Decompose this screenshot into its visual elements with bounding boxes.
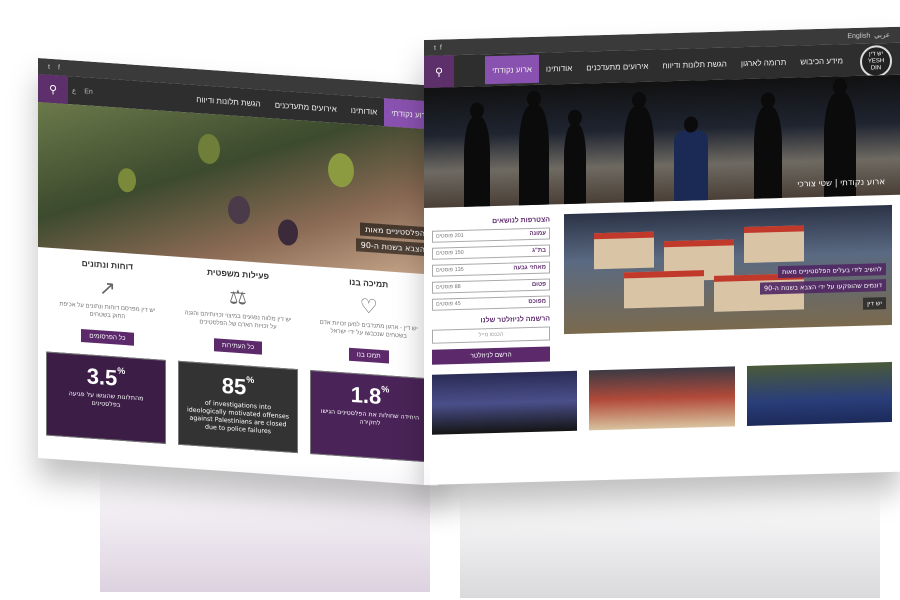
nav-item-1[interactable]: אודותינו — [539, 54, 579, 83]
column-title: פעילות משפטית — [206, 266, 270, 282]
twitter-icon[interactable]: t — [434, 44, 436, 51]
subscribe-button[interactable]: הרשם לניוזלטר — [432, 346, 550, 365]
topic-row[interactable]: מפוכס 45 פוסטים — [432, 295, 550, 311]
topic-row[interactable]: פטום 88 פוסטים — [432, 278, 550, 294]
right-website-screen: t f English عربي יש דין YESH DIN מידע הכ… — [424, 26, 900, 486]
nav-item-3[interactable]: הגשת תלונות ודיווח — [655, 49, 734, 79]
logo-area: יש דין YESH DIN — [850, 43, 900, 78]
column-legal: פעילות משפטית ⚖ יש דין מלווה נפגעים במיצ… — [183, 265, 293, 357]
article-thumbnails — [424, 361, 900, 435]
feature-caption-line-2: דונמים שהופקעו על ידי הצבא בשנות ה-90 — [760, 279, 886, 295]
lang-ar[interactable]: ع — [68, 86, 80, 95]
top-link-english[interactable]: English — [847, 33, 870, 41]
hero-image-silhouettes: ארוע נקודתי | שטי צורכי — [424, 74, 900, 208]
stat-card-2: 85% of investigations into ideologically… — [178, 360, 298, 454]
showcase-stage: t f ארוע נקודתי אודותינו אירועים מתעדכני… — [0, 0, 900, 600]
article-thumb-1[interactable] — [432, 370, 578, 435]
petitions-button[interactable]: כל העתירות — [213, 338, 263, 355]
newsletter-label: הרשמה לניוזלטר שלנו — [480, 315, 550, 325]
support-button[interactable]: תמכו בנו — [348, 347, 389, 364]
search-icon[interactable]: ⚲ — [38, 74, 68, 105]
yesh-din-logo[interactable]: יש דין YESH DIN — [860, 44, 892, 78]
column-title: תמיכה בנו — [349, 276, 389, 290]
topics-title: הצטרפות לנושאים — [492, 216, 550, 226]
hero-image-olives: הפלסטיניים מאות הצבא בשנות ה-90 — [38, 102, 438, 275]
left-screen-reflection — [100, 462, 430, 592]
column-support: תמיכה בנו ♡ יש דין - ארגון מתנדבים למען … — [314, 274, 424, 366]
article-thumb-2[interactable] — [589, 366, 735, 431]
article-thumb-3[interactable] — [746, 361, 892, 426]
stat-card-3: 3.5% מהתלונות שהוגשו על פגיעה בפלסטינים — [46, 351, 166, 444]
nav-item-2[interactable]: אירועים מתעדכנים — [579, 52, 655, 82]
nav-item-4[interactable]: תרומה לארגון — [734, 48, 793, 78]
topics-sidebar: הצטרפות לנושאים עמונה 201 פוסטים בת"ג 150 … — [432, 214, 550, 365]
right-screen-reflection — [460, 488, 880, 598]
hero-caption-line-2: הצבא בשנות ה-90 — [355, 238, 430, 257]
nav-item-5[interactable]: מידע הכיבוש — [793, 46, 850, 76]
topic-row[interactable]: מאחזי גבעה 135 פוסטים — [432, 261, 550, 277]
left-website-screen: t f ארוע נקודתי אודותינו אירועים מתעדכני… — [38, 58, 438, 486]
nav-item-0[interactable]: ארוע נקודתי — [485, 54, 539, 85]
hero-caption: ארוע נקודתי | שטי צורכי — [797, 177, 885, 190]
facebook-icon[interactable]: f — [440, 44, 442, 51]
feature-caption-line-1: להשיב לידי בעלים הפלסטיניים מאות — [778, 263, 886, 279]
search-icon[interactable]: ⚲ — [424, 55, 454, 88]
feature-article-image[interactable]: להשיב לידי בעלים הפלסטיניים מאות דונמים … — [564, 204, 892, 335]
column-reports: דוחות ונתונים ↗ יש דין מפרסם דוחות ונתונ… — [52, 256, 162, 348]
content-body: הצטרפות לנושאים עמונה 201 פוסטים בת"ג 150 … — [424, 195, 900, 375]
twitter-icon[interactable]: t — [48, 63, 50, 70]
publications-button[interactable]: כל הפרסומים — [81, 329, 134, 346]
stat-text: of investigations into ideologically mot… — [187, 399, 289, 436]
feature-byline: יש דין — [863, 297, 886, 310]
topic-row[interactable]: בת"ג 150 פוסטים — [432, 244, 550, 260]
lang-en[interactable]: En — [80, 87, 97, 96]
nav-item-1[interactable]: אודותינו — [344, 95, 384, 126]
top-link-arabic[interactable]: عربي — [874, 32, 890, 39]
topic-row[interactable]: עמונה 201 פוסטים — [432, 227, 550, 243]
stat-card-1: 1.8% היחידה שחולות את הפלסטינים הגישו לח… — [310, 370, 430, 463]
email-field[interactable]: הכנסו מייל — [432, 326, 550, 344]
hero-caption-line-1: הפלסטיניים מאות — [360, 222, 430, 241]
column-title: דוחות ונתונים — [81, 258, 134, 272]
facebook-icon[interactable]: f — [58, 64, 60, 71]
